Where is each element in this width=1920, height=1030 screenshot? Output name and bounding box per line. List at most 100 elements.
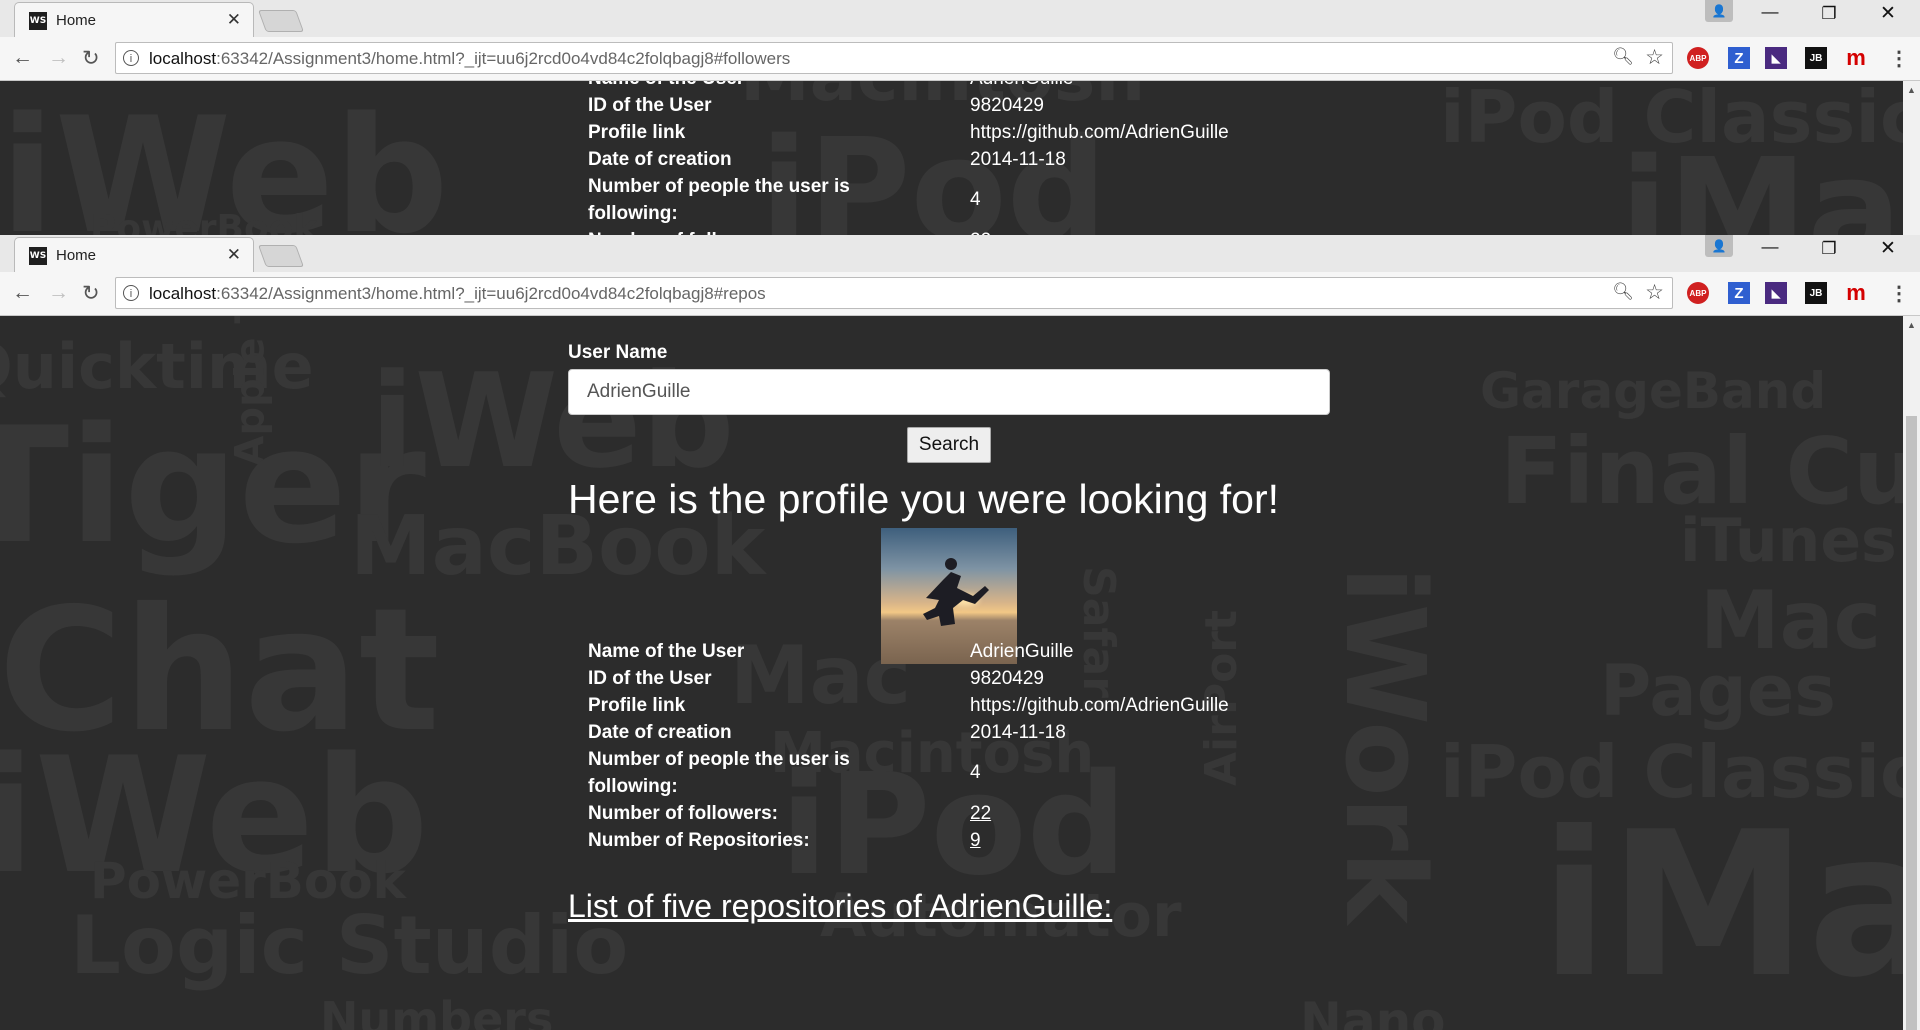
browser-window-followers: WS Home ✕ 👤 — ❐ ✕ ← → ↻ i localhost:6334… [0, 0, 1920, 235]
scrollbar-thumb[interactable] [1906, 416, 1917, 1030]
minimize-icon[interactable]: — [1758, 237, 1782, 257]
url-host: localhost [149, 49, 217, 68]
menu-icon[interactable]: ⋮ [1888, 282, 1910, 305]
profile-label-created: Date of creation [588, 149, 732, 170]
profile-label-name: Name of the User [588, 641, 745, 662]
tab-home[interactable]: WS Home ✕ [14, 237, 254, 272]
tab-title: Home [56, 12, 97, 29]
repos-count-link[interactable]: 9 [970, 827, 981, 854]
extension-icon[interactable]: ◣ [1765, 282, 1787, 304]
adblock-extension-icon[interactable]: ABP [1687, 282, 1709, 304]
profile-value-link[interactable]: https://github.com/AdrienGuille [970, 119, 1229, 146]
bg-word: Final Cut [1500, 418, 1920, 525]
maximize-icon[interactable]: ❐ [1817, 239, 1841, 259]
browser-toolbar: ← → ↻ i localhost:63342/Assignment3/home… [0, 37, 1920, 81]
url-text[interactable]: localhost:63342/Assignment3/home.html?_i… [149, 284, 766, 304]
profile-label-name: Name of the User [588, 81, 888, 92]
bg-word: iWork [1321, 566, 1449, 925]
zotero-extension-icon[interactable]: Z [1728, 47, 1750, 69]
menu-icon[interactable]: ⋮ [1888, 47, 1910, 70]
repos-list-heading: List of five repositories of AdrienGuill… [568, 888, 1113, 924]
url-path: :63342/Assignment3/home.html?_ijt=uu6j2r… [216, 49, 791, 68]
profile-label-link: Profile link [588, 695, 686, 716]
forward-arrow-icon[interactable]: → [48, 46, 69, 70]
zoom-icon[interactable]: 🔍︎ [1612, 47, 1634, 67]
scrollbar[interactable]: ▲ [1903, 316, 1920, 1030]
zotero-extension-icon[interactable]: Z [1728, 282, 1750, 304]
profile-label-id: ID of the User [588, 95, 712, 116]
address-bar[interactable]: i localhost:63342/Assignment3/home.html?… [115, 42, 1673, 74]
page-content-repos: Quicktime Apple TV Tiger iWeb MacBook iC… [0, 316, 1920, 1030]
address-bar[interactable]: i localhost:63342/Assignment3/home.html?… [115, 277, 1673, 309]
window-close-icon[interactable]: ✕ [1876, 2, 1900, 25]
tab-strip: WS Home ✕ 👤 — ❐ ✕ [0, 235, 1920, 272]
bg-word: iMac [1620, 129, 1920, 236]
profile-value-name: AdrienGuille [970, 641, 1074, 662]
reload-icon[interactable]: ↻ [82, 281, 100, 306]
followers-count-link[interactable]: 22 [970, 800, 991, 827]
jetbrains-extension-icon[interactable]: JB [1805, 282, 1827, 304]
adblock-extension-icon[interactable]: ABP [1687, 47, 1709, 69]
search-button[interactable]: Search [907, 427, 991, 463]
user-name-label: User Name [568, 342, 668, 363]
jetbrains-extension-icon[interactable]: JB [1805, 47, 1827, 69]
url-text[interactable]: localhost:63342/Assignment3/home.html?_i… [149, 49, 790, 69]
tab-close-icon[interactable]: ✕ [227, 245, 241, 265]
url-path: :63342/Assignment3/home.html?_ijt=uu6j2r… [216, 284, 766, 303]
back-arrow-icon[interactable]: ← [12, 46, 33, 70]
tab-home[interactable]: WS Home ✕ [14, 2, 254, 37]
back-arrow-icon[interactable]: ← [12, 281, 33, 305]
page-heading: Here is the profile you were looking for… [568, 476, 1280, 522]
profile-label-followers: Number of followers: [588, 803, 779, 824]
webstorm-favicon-icon: WS [29, 247, 47, 265]
webstorm-favicon-icon: WS [29, 12, 47, 30]
scroll-up-icon[interactable]: ▲ [1907, 320, 1916, 330]
scrollbar[interactable]: ▲ [1903, 81, 1920, 235]
bookmark-star-icon[interactable]: ☆ [1645, 45, 1664, 70]
m-extension-icon[interactable]: m [1845, 280, 1867, 305]
bg-word: Nano [1300, 992, 1446, 1030]
new-tab-button[interactable] [257, 10, 305, 32]
username-input[interactable] [568, 369, 1330, 415]
window-close-icon[interactable]: ✕ [1876, 237, 1900, 260]
profile-value-followers[interactable]: 22 [970, 227, 991, 235]
bg-word: GarageBand [1480, 362, 1827, 420]
tab-close-icon[interactable]: ✕ [227, 10, 241, 30]
m-extension-icon[interactable]: m [1845, 45, 1867, 70]
new-tab-button[interactable] [257, 245, 305, 267]
profile-value-following: 4 [970, 762, 981, 783]
info-icon[interactable]: i [123, 50, 139, 66]
profile-value-id: 9820429 [970, 95, 1044, 116]
profile-value-id: 9820429 [970, 668, 1044, 689]
extension-icon[interactable]: ◣ [1765, 47, 1787, 69]
scroll-up-icon[interactable]: ▲ [1907, 85, 1916, 95]
bg-word: Pages [1600, 650, 1836, 732]
minimize-icon[interactable]: — [1758, 2, 1782, 22]
profile-value-link[interactable]: https://github.com/AdrienGuille [970, 692, 1229, 719]
forward-arrow-icon[interactable]: → [48, 281, 69, 305]
bg-word: iTunes [1680, 506, 1897, 576]
tab-strip: WS Home ✕ 👤 — ❐ ✕ [0, 0, 1920, 37]
bg-word: Safari [1073, 566, 1124, 713]
profile-label-id: ID of the User [588, 668, 712, 689]
profile-label-followers: Number of followers: [588, 227, 888, 235]
zoom-icon[interactable]: 🔍︎ [1612, 282, 1634, 302]
page-content-followers: iWeb Macintosh iPod iPod Classic iMac Po… [0, 81, 1920, 235]
profile-value-following: 4 [970, 189, 981, 210]
profile-value-name: AdrienGuille [970, 81, 1074, 92]
browser-window-repos: WS Home ✕ 👤 — ❐ ✕ ← → ↻ i localhost:6334… [0, 235, 1920, 1030]
reload-icon[interactable]: ↻ [82, 46, 100, 71]
profile-icon[interactable]: 👤 [1705, 235, 1733, 257]
info-icon[interactable]: i [123, 285, 139, 301]
bg-word: Mac [1700, 574, 1882, 667]
profile-value-created: 2014-11-18 [970, 149, 1066, 170]
bg-word: Logic Studio [70, 899, 629, 992]
profile-icon[interactable]: 👤 [1705, 0, 1733, 22]
bg-word: PowerBook [90, 208, 318, 236]
browser-toolbar: ← → ↻ i localhost:63342/Assignment3/home… [0, 272, 1920, 316]
profile-label-link: Profile link [588, 122, 686, 143]
profile-label-following: Number of people the user is following: [588, 749, 850, 797]
bookmark-star-icon[interactable]: ☆ [1645, 280, 1664, 305]
profile-label-created: Date of creation [588, 722, 732, 743]
maximize-icon[interactable]: ❐ [1817, 4, 1841, 24]
